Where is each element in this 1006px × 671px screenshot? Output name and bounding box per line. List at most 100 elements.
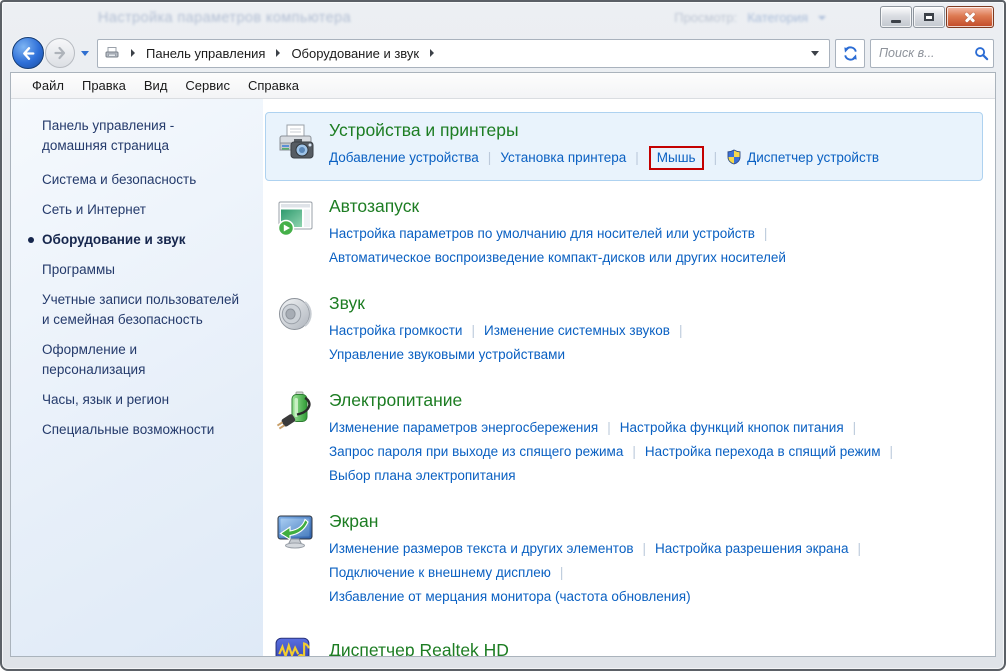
sidebar-item[interactable]: Часы, язык и регион (42, 390, 242, 410)
task-link-label: Добавление устройства (329, 150, 479, 165)
link-separator: | (853, 420, 857, 435)
task-link-row: Выбор плана электропитания (329, 464, 972, 488)
section-title-realtek[interactable]: Диспетчер Realtek HD (329, 640, 972, 656)
back-button[interactable] (12, 37, 44, 69)
section-devices-printers: Устройства и принтеры Добавление устройст… (265, 112, 983, 181)
task-link-label: Настройка разрешения экрана (655, 541, 848, 556)
section-title-display[interactable]: Экран (329, 511, 972, 532)
maximize-icon (924, 13, 934, 21)
maximize-button[interactable] (913, 6, 945, 28)
uac-shield-icon (726, 149, 742, 173)
title-bar: Настройка параметров компьютера Просмотр… (2, 2, 1004, 34)
task-link-label: Управление звуковыми устройствами (329, 347, 565, 362)
menu-item[interactable]: Справка (239, 75, 308, 96)
breadcrumb-item[interactable]: Панель управления (144, 44, 267, 63)
task-link[interactable]: Изменение системных звуков (484, 323, 670, 338)
sidebar-item[interactable]: Программы (42, 260, 242, 280)
task-link-row: Запрос пароля при выходе из спящего режи… (329, 440, 972, 464)
task-link-row: Настройка громкости | Изменение системных … (329, 319, 972, 343)
task-link[interactable]: Изменение размеров текста и других элеме… (329, 541, 634, 556)
task-link[interactable]: Избавление от мерцания монитора (частота… (329, 589, 691, 604)
sidebar-item[interactable]: Оборудование и звук (42, 230, 242, 250)
task-link-label: Изменение размеров текста и других элеме… (329, 541, 634, 556)
task-link-label: Настройка функций кнопок питания (620, 420, 844, 435)
sidebar-item[interactable]: Система и безопасность (42, 170, 242, 190)
task-link-label: Автоматическое воспроизведение компакт-д… (329, 250, 786, 265)
task-link[interactable]: Выбор плана электропитания (329, 468, 516, 483)
window-controls (879, 6, 994, 28)
refresh-button[interactable] (835, 39, 865, 68)
breadcrumb-arrow-icon[interactable] (131, 49, 135, 57)
link-separator: | (607, 420, 611, 435)
section-title-autoplay[interactable]: Автозапуск (329, 196, 972, 217)
sidebar-item[interactable]: Сеть и Интернет (42, 200, 242, 220)
task-link-label: Настройка параметров по умолчанию для но… (329, 226, 755, 241)
window: Настройка параметров компьютера Просмотр… (0, 0, 1006, 671)
task-link[interactable]: Добавление устройства (329, 150, 479, 165)
active-bullet-icon (28, 237, 34, 243)
task-link[interactable]: Подключение к внешнему дисплею (329, 565, 551, 580)
task-link[interactable]: Диспетчер устройств (726, 150, 879, 165)
menu-item[interactable]: Вид (135, 75, 177, 96)
address-dropdown-icon[interactable] (811, 51, 819, 56)
task-link[interactable]: Настройка разрешения экрана (655, 541, 848, 556)
section-title-devices-printers[interactable]: Устройства и принтеры (329, 120, 972, 141)
sidebar-item[interactable]: Панель управления - домашняя страница (42, 116, 242, 156)
client-area: ФайлПравкаВидСервисСправка Панель управл… (10, 72, 996, 657)
task-link-row: Избавление от мерцания монитора (частота… (329, 585, 972, 609)
menu-item[interactable]: Файл (23, 75, 73, 96)
task-link-row: Подключение к внешнему дисплею| (329, 561, 972, 585)
display-icon[interactable] (275, 511, 329, 609)
ghost-view-label: Просмотр: (674, 10, 737, 25)
recent-pages-dropdown-icon[interactable] (81, 51, 89, 56)
ghost-view-options: Просмотр: Категория (674, 10, 826, 25)
task-link-row: Настройка параметров по умолчанию для но… (329, 222, 972, 246)
task-link[interactable]: Управление звуковыми устройствами (329, 347, 565, 362)
sidebar-item[interactable]: Оформление и персонализация (42, 340, 242, 380)
devices-and-printers-icon[interactable] (275, 120, 329, 173)
chevron-down-icon (818, 16, 826, 20)
task-link[interactable]: Запрос пароля при выходе из спящего режи… (329, 444, 623, 459)
link-separator: | (714, 150, 718, 165)
search-input[interactable] (877, 45, 974, 61)
section-autoplay: Автозапуск Настройка параметров по умолча… (265, 188, 983, 278)
sidebar-item[interactable]: Учетные записи пользователей и семейная … (42, 290, 242, 330)
link-separator: | (643, 541, 647, 556)
search-icon[interactable] (974, 46, 989, 61)
address-bar[interactable]: Панель управления Оборудование и звук (97, 39, 830, 68)
menu-item[interactable]: Сервис (176, 75, 239, 96)
link-separator: | (471, 323, 475, 338)
task-link[interactable]: Настройка функций кнопок питания (620, 420, 844, 435)
autoplay-icon[interactable] (275, 196, 329, 270)
section-sound: Звук Настройка громкости | Изменение систем… (265, 285, 983, 375)
task-link[interactable]: Настройка перехода в спящий режим (645, 444, 881, 459)
link-separator: | (679, 323, 683, 338)
task-link[interactable]: Установка принтера (500, 150, 626, 165)
task-link[interactable]: Автоматическое воспроизведение компакт-д… (329, 250, 786, 265)
control-panel-icon (104, 45, 120, 61)
speaker-icon[interactable] (275, 293, 329, 367)
power-icon[interactable] (275, 390, 329, 488)
menu-item[interactable]: Правка (73, 75, 135, 96)
breadcrumb-arrow-icon[interactable] (430, 49, 434, 57)
minimize-button[interactable] (880, 6, 912, 28)
sidebar-item[interactable]: Специальные возможности (42, 420, 242, 440)
task-link[interactable]: Настройка громкости (329, 323, 462, 338)
section-display: Экран Изменение размеров текста и других … (265, 503, 983, 617)
link-separator: | (890, 444, 894, 459)
link-separator: | (635, 150, 639, 165)
task-link-label: Подключение к внешнему дисплею (329, 565, 551, 580)
breadcrumb-arrow-icon[interactable] (276, 49, 280, 57)
breadcrumb-item[interactable]: Оборудование и звук (289, 44, 421, 63)
realtek-hd-icon[interactable] (275, 633, 329, 656)
forward-button[interactable] (45, 38, 75, 68)
close-button[interactable] (946, 6, 994, 28)
section-title-sound[interactable]: Звук (329, 293, 972, 314)
task-link[interactable]: Мышь (649, 146, 704, 170)
ghost-view-value: Категория (747, 10, 808, 25)
task-link[interactable]: Настройка параметров по умолчанию для но… (329, 226, 755, 241)
link-separator: | (488, 150, 492, 165)
task-link-row: Изменение размеров текста и других элеме… (329, 537, 972, 561)
section-title-power[interactable]: Электропитание (329, 390, 972, 411)
task-link[interactable]: Изменение параметров энергосбережения (329, 420, 598, 435)
